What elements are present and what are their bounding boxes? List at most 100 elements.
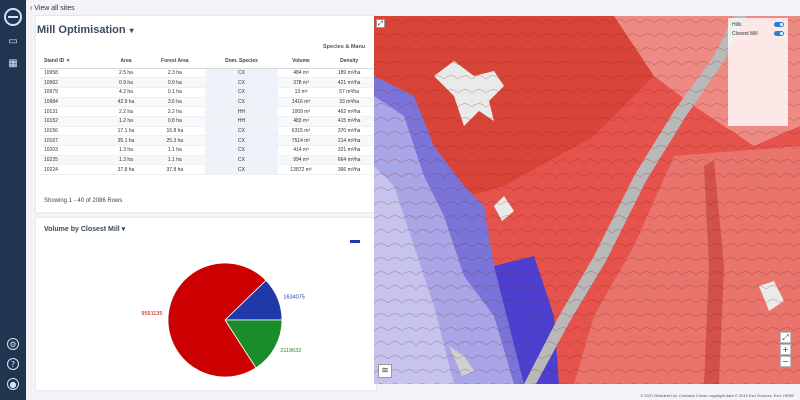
table-cell: 664 m³/ha — [324, 155, 374, 166]
rows-info: Showing 1 - 40 of 2086 Rows — [44, 198, 123, 204]
table-cell: 370 m³/ha — [324, 126, 374, 137]
table-cell: 10203 — [40, 145, 108, 156]
table-group-header: Species & Manu — [323, 44, 366, 50]
table-row[interactable]: 10225 1.3 ha 1.1 ha CX 994 m³ 664 m³/ha — [40, 155, 374, 166]
table-cell: 214 m³/ha — [324, 135, 374, 146]
table-cell: 415 m³/ha — [324, 116, 374, 127]
table-cell: 10224 — [40, 164, 108, 176]
map-icon[interactable]: ▭ — [7, 36, 19, 48]
table-cell: 2.3 ha — [144, 68, 206, 79]
table-cell: 366 m³/ha — [324, 164, 374, 176]
table-cell: 3.6 ha — [144, 97, 206, 108]
help-icon[interactable]: ? — [7, 358, 19, 370]
table-cell: HH — [205, 106, 278, 117]
table-row[interactable]: 10224 37.8 ha 37.8 ha CX 13872 m³ 366 m³/ha — [40, 164, 374, 176]
table-cell: 421 m³/ha — [324, 77, 374, 88]
table-cell: 2.2 ha — [144, 106, 206, 117]
table-cell: 2.2 ha — [107, 106, 145, 117]
layer-hills-label: Hills — [732, 22, 742, 28]
column-header[interactable]: Forest Area — [144, 54, 206, 69]
pie-chart-card — [36, 218, 376, 390]
table-cell: CX — [205, 135, 278, 146]
table-cell: 10167 — [40, 135, 108, 146]
table-cell: CX — [205, 87, 278, 98]
table-cell: 0.1 ha — [144, 87, 206, 98]
table-cell: 33 m³/ha — [324, 97, 374, 108]
table-row[interactable]: 10203 1.3 ha 1.1 ha CX 414 m³ 321 m³/ha — [40, 145, 374, 156]
table-cell: 13872 m³ — [277, 164, 325, 176]
nav-rail: ▭ ▦ ⚙ ? ● — [0, 0, 26, 400]
column-header[interactable]: Volume — [277, 54, 325, 69]
table-cell: 321 m³/ha — [324, 145, 374, 156]
table-cell: 35.1 ha — [107, 135, 145, 146]
table-cell: CX — [205, 126, 278, 137]
table-cell: CX — [205, 155, 278, 166]
fullscreen-icon[interactable]: ⤢ — [780, 332, 791, 343]
zoom-in-button[interactable]: + — [780, 344, 791, 355]
table-cell: 4.2 ha — [107, 87, 145, 98]
table-cell: 10962 — [40, 77, 108, 88]
table-cell: 1.3 ha — [107, 155, 145, 166]
chevron-down-icon[interactable]: ▾ — [130, 26, 134, 35]
layer-closest-mill-toggle[interactable] — [774, 31, 784, 36]
column-header[interactable]: Density — [324, 54, 374, 69]
column-header[interactable]: Stand ID ▼ — [40, 54, 108, 69]
table-body: 10958 2.5 ha 2.3 ha CX 484 m³ 189 m³/ha 10962 0… — [40, 68, 374, 176]
table-cell: 0.9 ha — [107, 77, 145, 88]
table-cell: CX — [205, 68, 278, 79]
table-cell: 7514 m³ — [277, 135, 325, 146]
table-cell: 37.8 ha — [107, 164, 145, 176]
table-header-row: Stand ID ▼ Area Forest Area Dom. Species Vol… — [40, 54, 374, 69]
table-cell: 25.3 ha — [144, 135, 206, 146]
table-cell: 414 m³ — [277, 145, 325, 156]
table-row[interactable]: 10962 0.9 ha 0.9 ha CX 378 m³ 421 m³/ha — [40, 77, 374, 88]
layer-closest-mill-label: Closest Mill — [732, 31, 758, 37]
table-cell: 483 m³ — [277, 116, 325, 127]
column-header[interactable]: Dom. Species — [205, 54, 278, 69]
grid-icon[interactable]: ▦ — [7, 58, 19, 70]
table-cell: 6315 m³ — [277, 126, 325, 137]
table-cell: 189 m³/ha — [324, 68, 374, 79]
table-cell: 994 m³ — [277, 155, 325, 166]
app-root: ▭ ▦ ⚙ ? ● ‹ View all sites Mill Optimisa… — [0, 0, 800, 400]
user-icon[interactable]: ● — [7, 378, 19, 390]
expand-icon[interactable]: ⤢ — [376, 19, 385, 28]
table-cell: 10979 — [40, 87, 108, 98]
table-cell: 10131 — [40, 106, 108, 117]
layers-icon[interactable]: ≋ — [378, 364, 392, 378]
chevron-down-icon[interactable]: ▾ — [122, 226, 126, 233]
layer-hills-toggle[interactable] — [774, 22, 784, 27]
column-header[interactable]: Area — [107, 54, 145, 69]
table-row[interactable]: 10152 1.2 ha 0.8 ha HH 483 m³ 415 m³/ha — [40, 116, 374, 127]
table-cell: 13 m³ — [277, 87, 325, 98]
sort-down-icon[interactable]: ▼ — [64, 58, 71, 64]
table-cell: 1.2 ha — [107, 116, 145, 127]
table-row[interactable]: 10167 35.1 ha 25.3 ha CX 7514 m³ 214 m³/ha — [40, 135, 374, 146]
table-cell: 378 m³ — [277, 77, 325, 88]
table-row[interactable]: 10156 17.1 ha 16.8 ha CX 6315 m³ 370 m³/ha — [40, 126, 374, 137]
table-row[interactable]: 10979 4.2 ha 0.1 ha CX 13 m³ 57 m³/ha — [40, 87, 374, 98]
pie-chart-title[interactable]: Volume by Closest Mill ▾ — [44, 225, 125, 233]
table-cell: 17.1 ha — [107, 126, 145, 137]
table-cell: 10156 — [40, 126, 108, 137]
table-cell: 0.9 ha — [144, 77, 206, 88]
view-all-sites-link[interactable]: ‹ View all sites — [30, 5, 75, 12]
table-cell: 1416 m³ — [277, 97, 325, 108]
table-row[interactable]: 10131 2.2 ha 2.2 ha HH 1009 m³ 462 m³/ha — [40, 106, 374, 117]
table-cell: CX — [205, 77, 278, 88]
page-title[interactable]: Mill Optimisation ▾ — [37, 24, 134, 36]
map-credit: © 2021 Resident Ltd. Contains Crown copy… — [640, 393, 794, 398]
table-row[interactable]: 10984 42.9 ha 3.6 ha CX 1416 m³ 33 m³/ha — [40, 97, 374, 108]
table-cell: 1.3 ha — [107, 145, 145, 156]
globe-icon[interactable] — [4, 8, 22, 26]
table-cell: 57 m³/ha — [324, 87, 374, 98]
zoom-out-button[interactable]: − — [780, 356, 791, 367]
table-cell: 1.1 ha — [144, 155, 206, 166]
table-cell: 484 m³ — [277, 68, 325, 79]
settings-icon[interactable]: ⚙ — [7, 338, 19, 350]
table-cell: 0.8 ha — [144, 116, 206, 127]
table-row[interactable]: 10958 2.5 ha 2.3 ha CX 484 m³ 189 m³/ha — [40, 68, 374, 79]
table-cell: 462 m³/ha — [324, 106, 374, 117]
table-cell: CX — [205, 145, 278, 156]
legend-swatch — [350, 240, 360, 243]
